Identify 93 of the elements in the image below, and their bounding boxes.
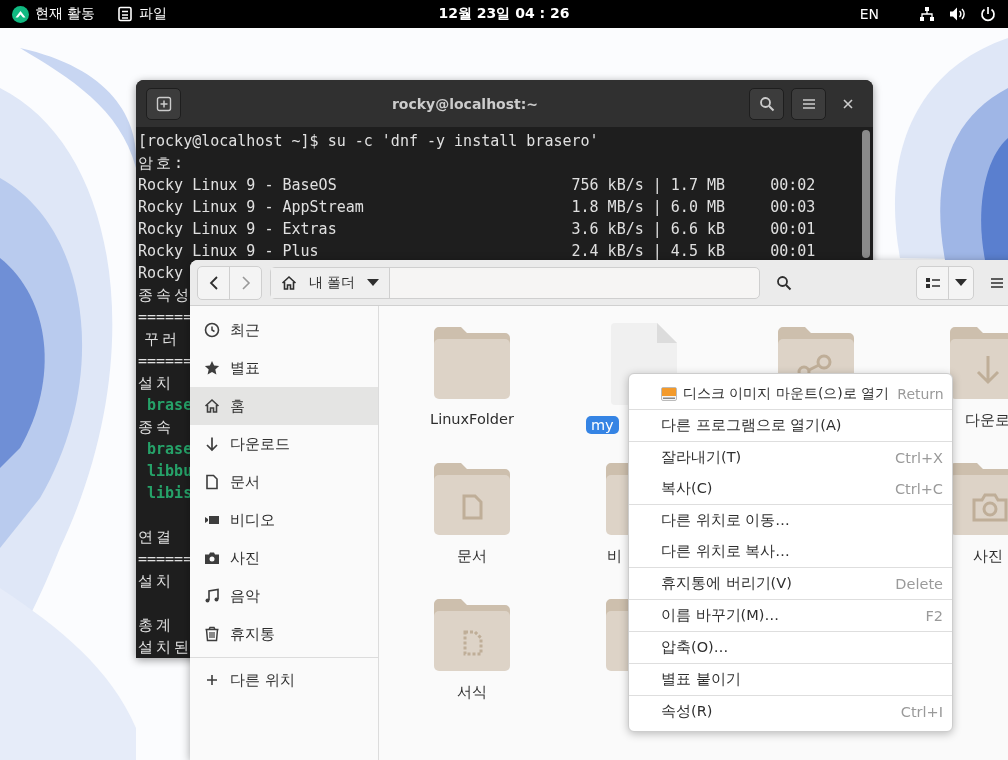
dropdown-arrow-icon: [367, 278, 380, 287]
down-arrow-icon: [204, 436, 220, 452]
search-button[interactable]: [749, 87, 784, 120]
terminal-line: libis: [146, 484, 193, 502]
file-name[interactable]: 서식: [452, 682, 492, 703]
sidebar-item[interactable]: 휴지통: [190, 615, 378, 653]
terminal-line: 암 호 :: [138, 154, 181, 172]
file-name[interactable]: LinuxFolder: [425, 410, 519, 428]
sidebar-item[interactable]: 비디오: [190, 501, 378, 539]
menu-item[interactable]: 다른 프로그램으로 열기(A): [629, 410, 952, 441]
menu-item[interactable]: 이름 바꾸기(M)… F2: [629, 600, 952, 631]
home-icon: [281, 274, 297, 291]
new-tab-button[interactable]: [146, 87, 181, 120]
activities-button[interactable]: 현재 활동: [35, 5, 96, 23]
clock[interactable]: 12월 23일 04 : 26: [438, 5, 570, 23]
terminal-line: brase: [146, 396, 193, 414]
terminal-line: 설 치 된: [138, 638, 187, 656]
menu-item[interactable]: 잘라내기(T) Ctrl+X: [629, 442, 952, 473]
terminal-line: 종 속 성: [138, 286, 187, 304]
home-icon: [204, 398, 220, 414]
terminal-line: 설 치: [138, 374, 169, 392]
document-icon: [204, 474, 220, 490]
sidebar-item[interactable]: 홈: [190, 387, 378, 425]
star-icon: [204, 360, 220, 376]
sidebar-item[interactable]: 별표: [190, 349, 378, 387]
sidebar-item[interactable]: 문서: [190, 463, 378, 501]
menu-button[interactable]: [791, 87, 826, 120]
chevron-left-icon: [208, 275, 219, 290]
sidebar-item[interactable]: 사진: [190, 539, 378, 577]
chevron-right-icon: [240, 275, 251, 290]
shortcut-label: Delete: [895, 575, 943, 592]
network-icon[interactable]: [919, 6, 935, 22]
file-name[interactable]: 문서: [452, 546, 492, 567]
shortcut-label: Ctrl+I: [900, 703, 943, 720]
terminal-line: Rocky Linux 9 - BaseOS 756 kB/s | 1.7 MB 00:02: [138, 176, 816, 194]
terminal-line: 꾸 러: [143, 330, 175, 348]
file-name[interactable]: my: [586, 416, 619, 434]
plus-box-icon: [155, 95, 172, 112]
scrollbar[interactable]: [862, 130, 870, 258]
trash-icon: [204, 626, 220, 642]
terminal-line: brase: [146, 440, 193, 458]
terminal-line: [rocky@localhost ~]$ su -c 'dnf -y install brasero': [138, 132, 599, 150]
menu-item[interactable]: 복사(C) Ctrl+C: [629, 473, 952, 504]
clock-icon: [204, 322, 220, 338]
location-button[interactable]: 내 폴더: [271, 267, 391, 298]
terminal-line: 종 속: [138, 418, 169, 436]
search-icon: [758, 95, 775, 112]
file-name[interactable]: 사진: [968, 546, 1008, 567]
power-icon[interactable]: [980, 6, 996, 22]
menu-icon: [801, 97, 816, 110]
sidebar-item[interactable]: 다른 위치: [190, 661, 378, 699]
shortcut-label: Return: [897, 385, 944, 402]
menu-item[interactable]: 디스크 이미지 마운트(으)로 열기 Return: [629, 378, 952, 409]
window-title: rocky@localhost:~: [390, 95, 540, 112]
terminal-line: Rocky Linux 9 - AppStream 1.8 MB/s | 6.0 MB 00:03: [138, 198, 816, 216]
terminal-line: libbu: [146, 462, 193, 480]
app-menu[interactable]: 파일: [139, 5, 168, 23]
terminal-line: Rocky Linux 9 - Extras 3.6 kB/s | 6.6 kB 00:01: [138, 220, 816, 238]
shortcut-label: F2: [925, 607, 943, 624]
menu-item[interactable]: 다른 위치로 복사…: [629, 536, 952, 567]
sidebar-item[interactable]: 최근: [190, 311, 378, 349]
path-bar[interactable]: 내 폴더: [270, 266, 761, 299]
menu-item[interactable]: 다른 위치로 이동…: [629, 505, 952, 536]
dropdown-arrow-icon: [954, 278, 967, 287]
terminal-line: ======: [138, 308, 193, 326]
terminal-line: Rocky: [138, 264, 184, 282]
menu-item[interactable]: 압축(O)…: [629, 632, 952, 663]
file-cabinet-icon[interactable]: [117, 6, 134, 22]
file-name[interactable]: 비: [602, 546, 627, 567]
terminal-line: Rocky Linux 9 - Plus 2.4 kB/s | 4.5 kB 00:01: [138, 242, 816, 260]
terminal-line: ======: [138, 352, 193, 370]
sidebar-item[interactable]: 음악: [190, 577, 378, 615]
terminal-line: 총 계: [138, 616, 169, 634]
menu-item[interactable]: 별표 붙이기: [629, 664, 952, 695]
menu-icon: [990, 276, 1005, 289]
shortcut-label: Ctrl+X: [895, 449, 943, 466]
shortcut-label: Ctrl+C: [894, 480, 943, 497]
disk-image-icon: [661, 387, 677, 401]
search-icon: [776, 274, 793, 291]
plus-icon: [204, 672, 220, 688]
menu-item[interactable]: 속성(R) Ctrl+I: [629, 696, 952, 727]
menu-item[interactable]: 휴지통에 버리기(V) Delete: [629, 568, 952, 599]
camera-icon: [204, 550, 220, 566]
terminal-line: 연 결: [138, 528, 169, 546]
music-note-icon: [204, 588, 220, 604]
activities-icon[interactable]: [12, 5, 29, 23]
input-method-indicator[interactable]: EN: [859, 6, 879, 22]
list-view-icon: [925, 276, 940, 289]
close-icon[interactable]: [843, 98, 853, 109]
terminal-line: 설 치: [138, 572, 169, 590]
volume-icon[interactable]: [949, 6, 966, 22]
sidebar-item[interactable]: 다운로드: [190, 425, 378, 463]
terminal-line: ======: [138, 550, 193, 568]
